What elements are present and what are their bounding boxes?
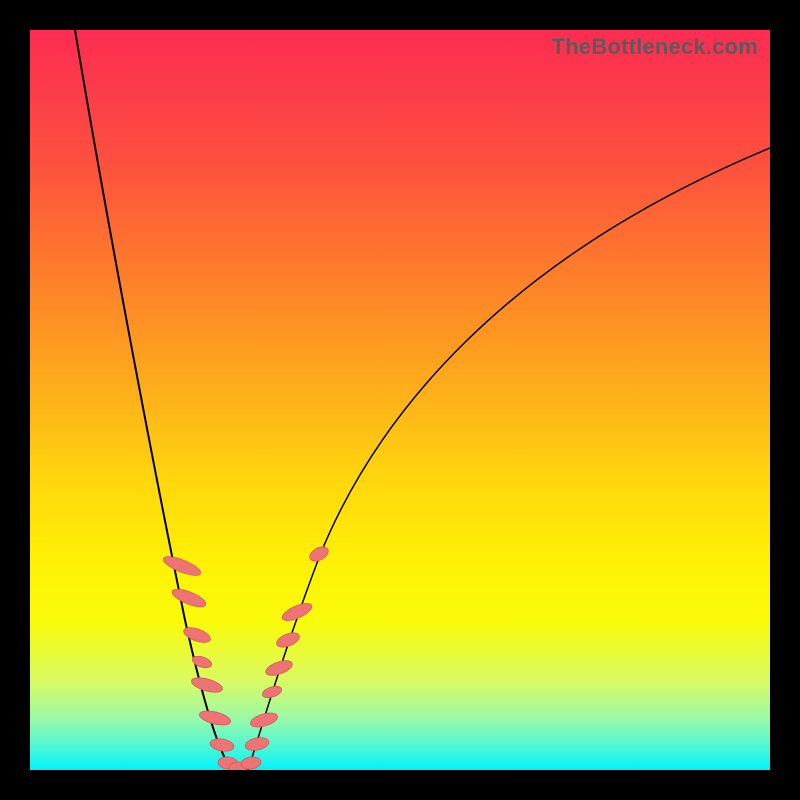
data-marker	[244, 736, 270, 753]
plot-area: TheBottleneck.com	[30, 30, 770, 770]
data-marker	[190, 675, 224, 695]
curve-right-branch	[248, 148, 770, 770]
curve-left-branch	[75, 30, 232, 770]
data-marker	[264, 658, 294, 679]
chart-svg	[30, 30, 770, 770]
data-marker	[209, 737, 235, 753]
chart-frame: TheBottleneck.com	[0, 0, 800, 800]
data-marker	[198, 708, 232, 727]
data-marker	[161, 553, 203, 579]
data-marker	[240, 756, 261, 770]
data-marker	[307, 544, 330, 564]
data-marker	[182, 625, 212, 646]
data-marker	[170, 586, 208, 611]
data-marker	[249, 710, 279, 729]
data-marker	[261, 684, 283, 700]
data-markers-group	[161, 544, 330, 770]
